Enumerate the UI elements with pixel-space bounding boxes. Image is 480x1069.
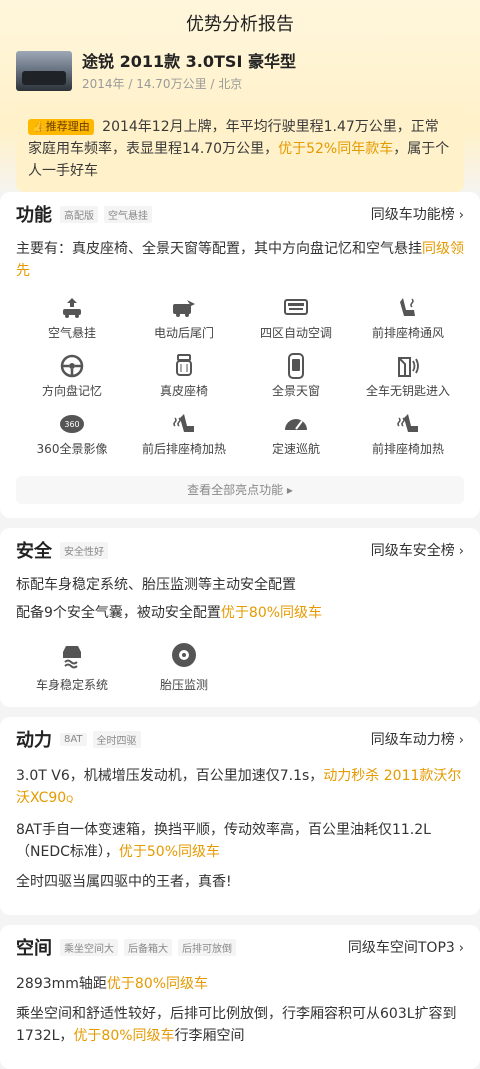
feature-item[interactable]: 定速巡航 bbox=[240, 410, 352, 468]
chevron-right-icon: › bbox=[458, 733, 464, 748]
feature-item[interactable]: 电动后尾门 bbox=[128, 294, 240, 352]
safety-tag: 安全性好 bbox=[60, 541, 108, 559]
recommend-reason: 👍推荐理由 2014年12月上牌，年平均行驶里程1.47万公里，正常家庭用车频率… bbox=[16, 106, 464, 192]
camera-360-icon: 360 bbox=[60, 415, 84, 433]
car-name: 途锐 2011款 3.0TSI 豪华型 bbox=[82, 52, 296, 71]
air-suspension-icon bbox=[63, 298, 81, 318]
power-title: 动力 bbox=[16, 730, 52, 751]
power-rank-link[interactable]: 同级车动力榜 › bbox=[371, 729, 464, 749]
function-title: 功能 bbox=[16, 205, 52, 226]
climate-control-icon bbox=[284, 299, 308, 315]
stability-control-icon bbox=[63, 646, 81, 669]
recommend-badge: 👍推荐理由 bbox=[28, 119, 94, 135]
feature-item[interactable]: 方向盘记忆 bbox=[16, 352, 128, 410]
view-all-features-button[interactable]: 查看全部亮点功能 ▸ bbox=[16, 476, 464, 504]
function-rank-link[interactable]: 同级车功能榜 › bbox=[371, 204, 464, 224]
feature-item[interactable]: 空气悬挂 bbox=[16, 294, 128, 352]
feature-item[interactable]: 前排座椅通风 bbox=[352, 294, 464, 352]
header-area: 优势分析报告 途锐 2011款 3.0TSI 豪华型 2014年 / 14.70… bbox=[0, 0, 480, 200]
feature-item[interactable]: 全车无钥匙进入 bbox=[352, 352, 464, 410]
feature-item[interactable]: 全景天窗 bbox=[240, 352, 352, 410]
function-desc: 主要有：真皮座椅、全景天窗等配置，其中方向盘记忆和空气悬挂同级领先 bbox=[16, 241, 464, 279]
safety-item[interactable]: 胎压监测 bbox=[128, 640, 240, 693]
page-title: 优势分析报告 bbox=[186, 14, 294, 35]
safety-line-1: 标配车身稳定系统、胎压监测等主动安全配置 bbox=[16, 577, 296, 593]
tire-pressure-icon bbox=[172, 643, 196, 667]
space-title: 空间 bbox=[16, 938, 52, 959]
space-tag: 后排可放倒 bbox=[178, 938, 236, 956]
cruise-control-icon bbox=[285, 419, 307, 430]
feature-item[interactable]: 四区自动空调 bbox=[240, 294, 352, 352]
panoramic-sunroof-icon bbox=[288, 353, 304, 379]
function-card: 功能 高配版 空气悬挂 同级车功能榜 › 主要有：真皮座椅、全景天窗等配置，其中方… bbox=[0, 192, 480, 518]
search-icon: Q bbox=[66, 795, 74, 805]
seat-ventilation-icon bbox=[400, 298, 415, 316]
leather-seat-icon bbox=[176, 354, 192, 376]
recommend-highlight: 优于52%同年款车 bbox=[278, 141, 394, 157]
steering-memory-icon bbox=[60, 354, 84, 378]
chevron-right-icon: › bbox=[458, 208, 464, 223]
power-tailgate-icon bbox=[173, 300, 195, 317]
chevron-right-icon: › bbox=[458, 941, 464, 956]
chevron-right-icon: › bbox=[458, 544, 464, 559]
safety-title: 安全 bbox=[16, 541, 52, 562]
power-tag: 全时四驱 bbox=[92, 730, 141, 748]
svg-text:360: 360 bbox=[64, 420, 79, 429]
function-tag: 空气悬挂 bbox=[104, 205, 152, 223]
power-tag: 8AT bbox=[60, 732, 87, 746]
space-rank-link[interactable]: 同级车空间TOP3 › bbox=[348, 937, 464, 957]
seat-heating-icon bbox=[173, 414, 194, 432]
space-card: 空间 乘坐空间大 后备箱大 后排可放倒 同级车空间TOP3 › 2893mm轴距优… bbox=[0, 925, 480, 1069]
space-tag: 后备箱大 bbox=[124, 938, 172, 956]
car-meta: 2014年 / 14.70万公里 / 北京 bbox=[82, 77, 243, 91]
keyless-entry-icon bbox=[398, 357, 419, 377]
front-seat-heating-icon bbox=[397, 414, 418, 432]
safety-item[interactable]: 车身稳定系统 bbox=[16, 640, 128, 693]
power-card: 动力 8AT 全时四驱 同级车动力榜 › 3.0T V6，机械增压发动机，百公里加… bbox=[0, 717, 480, 915]
thumbs-up-icon: 👍 bbox=[32, 120, 46, 133]
safety-card: 安全 安全性好 同级车安全榜 › 标配车身稳定系统、胎压监测等主动安全配置 配备9… bbox=[0, 528, 480, 707]
car-thumbnail bbox=[16, 51, 72, 91]
feature-item[interactable]: 360 360全景影像 bbox=[16, 410, 128, 468]
feature-grid: 空气悬挂 电动后尾门 四区自动空调 前排座椅通风 方向盘记忆 真皮座椅 全景天窗… bbox=[16, 294, 464, 468]
function-tag: 高配版 bbox=[60, 205, 98, 223]
space-para-1: 2893mm轴距优于80%同级车 bbox=[16, 976, 209, 992]
space-para-2: 乘坐空间和舒适性较好，后排可比例放倒，行李厢容积可从603L扩容到1732L，优… bbox=[16, 1006, 457, 1044]
safety-rank-link[interactable]: 同级车安全榜 › bbox=[371, 540, 464, 560]
safety-line-2: 配备9个安全气囊，被动安全配置优于80%同级车 bbox=[16, 605, 323, 621]
feature-item[interactable]: 前后排座椅加热 bbox=[128, 410, 240, 468]
feature-item[interactable]: 前排座椅加热 bbox=[352, 410, 464, 468]
power-para-2: 8AT手自一体变速箱，换挡平顺，传动效率高，百公里油耗仅11.2L（NEDC标准… bbox=[16, 822, 431, 860]
feature-item[interactable]: 真皮座椅 bbox=[128, 352, 240, 410]
power-para-1: 3.0T V6，机械增压发动机，百公里加速仅7.1s，动力秒杀 2011款沃尔沃… bbox=[16, 768, 462, 806]
safety-grid: 车身稳定系统 胎压监测 bbox=[16, 640, 464, 693]
space-tag: 乘坐空间大 bbox=[60, 938, 118, 956]
power-para-3: 全时四驱当属四驱中的王者，真香! bbox=[16, 874, 232, 890]
car-summary[interactable]: 途锐 2011款 3.0TSI 豪华型 2014年 / 14.70万公里 / 北… bbox=[0, 36, 480, 92]
